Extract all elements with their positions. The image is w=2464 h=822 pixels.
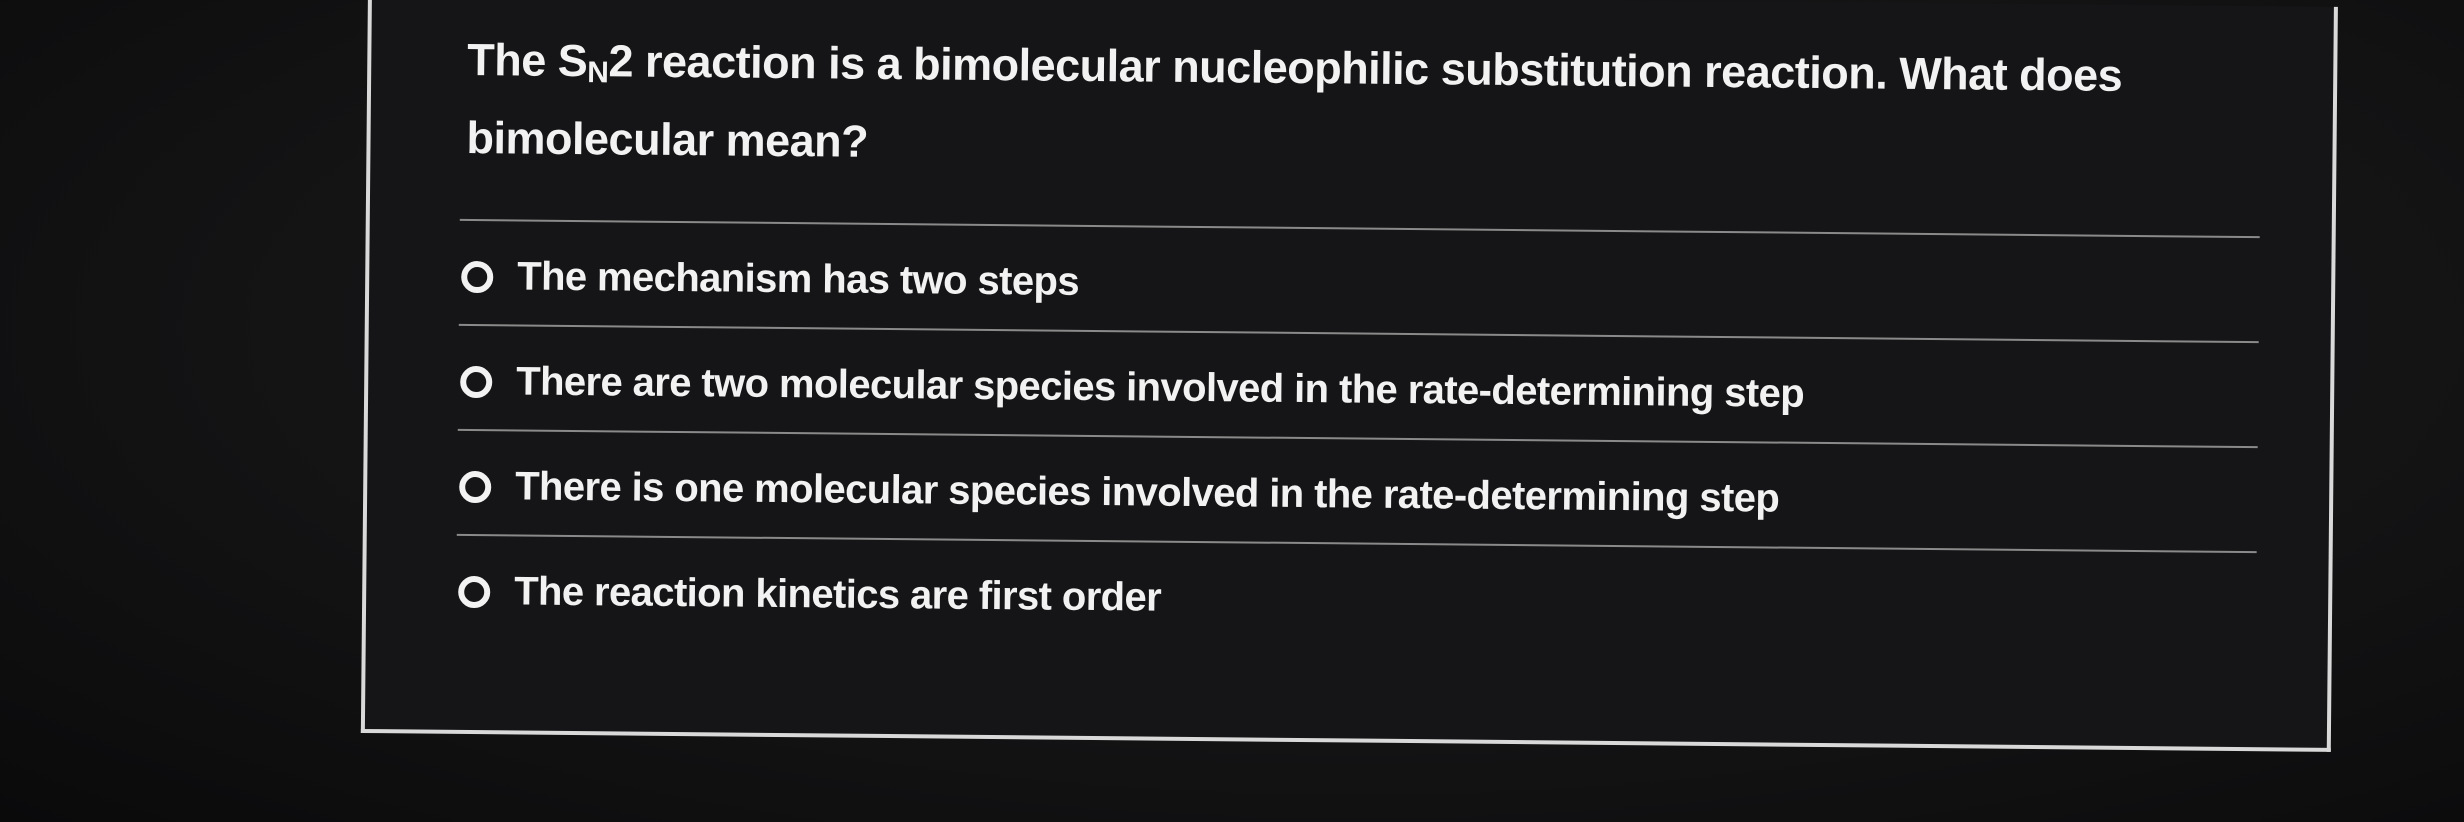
question-subscript: N — [587, 56, 609, 90]
question-text: The SN2 reaction is a bimolecular nucleo… — [466, 27, 2167, 187]
question-card: The SN2 reaction is a bimolecular nucleo… — [360, 0, 2338, 752]
screen: The SN2 reaction is a bimolecular nucleo… — [0, 0, 2464, 822]
answer-option-label: There are two molecular species involved… — [516, 359, 1805, 416]
answer-option-4[interactable]: The reaction kinetics are first order — [458, 569, 1161, 621]
radio-button-icon[interactable] — [460, 365, 493, 398]
divider — [459, 218, 2260, 239]
answer-option-label: There is one molecular species involved … — [515, 464, 1780, 521]
radio-button-icon[interactable] — [458, 575, 491, 608]
radio-button-icon[interactable] — [459, 470, 492, 503]
question-suffix: 2 reaction is a bimolecular nucleophilic… — [466, 35, 2123, 167]
answer-option-label: The mechanism has two steps — [517, 254, 1080, 304]
divider — [456, 533, 2257, 554]
divider — [458, 323, 2259, 344]
question-prefix: The S — [467, 33, 588, 87]
answer-option-2[interactable]: There are two molecular species involved… — [460, 359, 1804, 417]
answer-option-label: The reaction kinetics are first order — [514, 569, 1162, 620]
answer-option-1[interactable]: The mechanism has two steps — [461, 254, 1079, 305]
divider — [457, 428, 2258, 449]
answer-option-3[interactable]: There is one molecular species involved … — [459, 464, 1779, 522]
radio-button-icon[interactable] — [461, 260, 494, 293]
